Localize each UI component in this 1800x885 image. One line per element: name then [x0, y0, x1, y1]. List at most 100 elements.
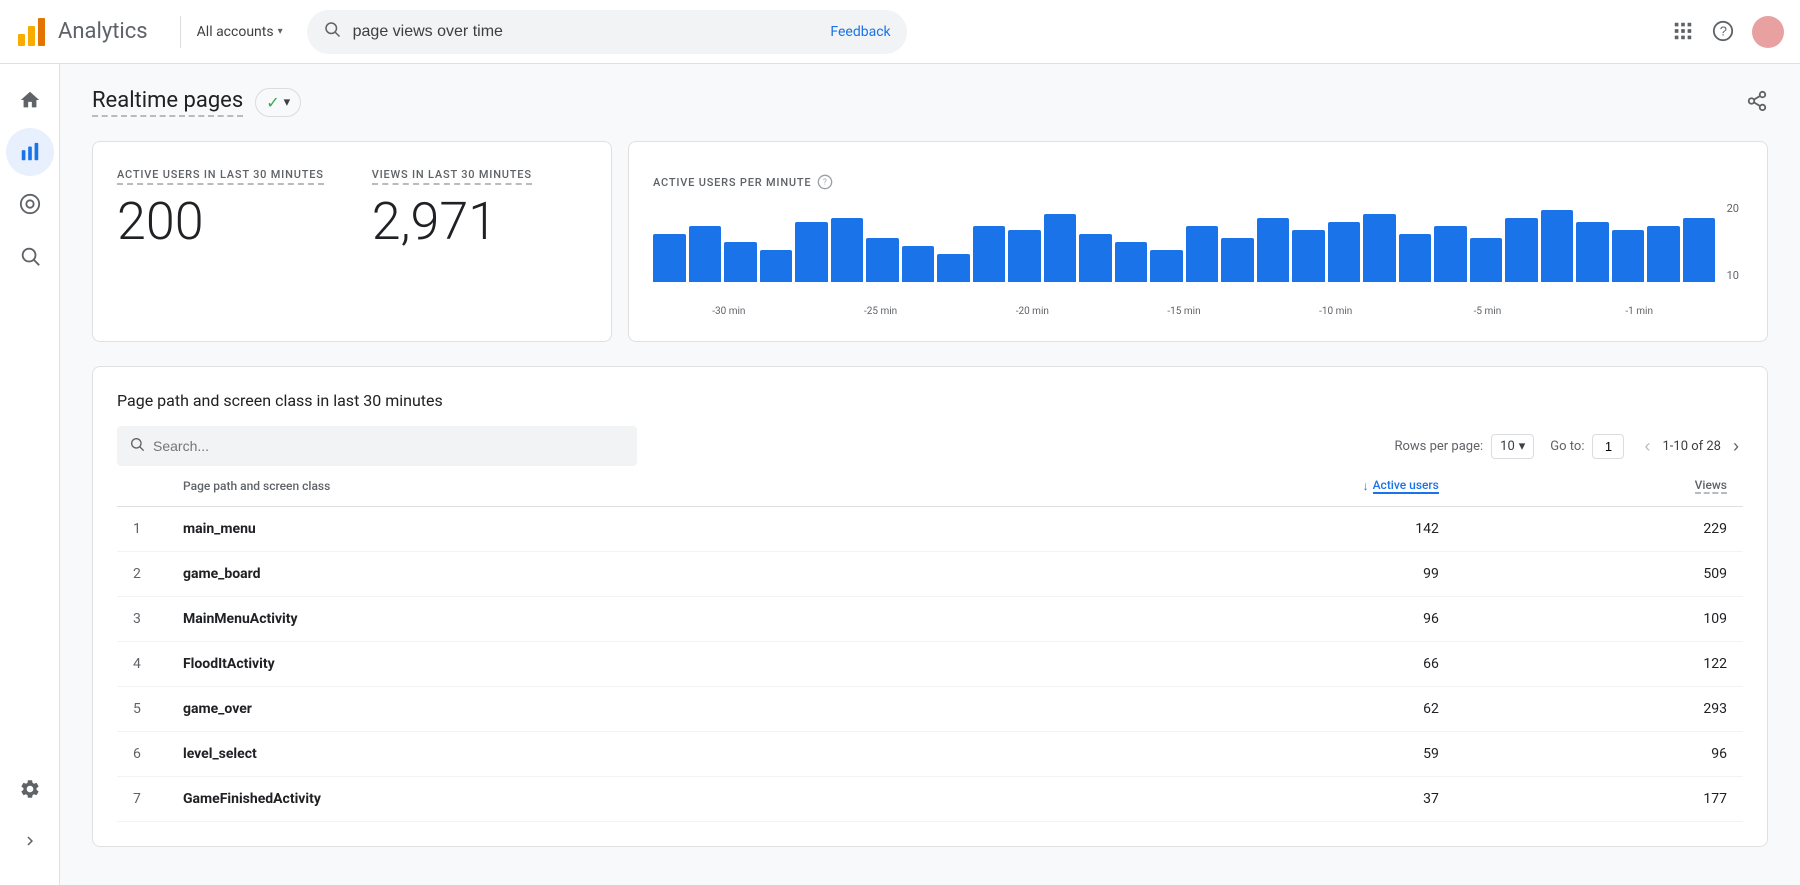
chart-bar-5 [831, 218, 864, 282]
table-row: 2 game_board 99 509 [117, 552, 1743, 597]
row-path: level_select [167, 732, 970, 777]
chart-bar-10 [1008, 230, 1041, 282]
next-page-button[interactable]: › [1729, 432, 1743, 461]
chart-bar-22 [1434, 226, 1467, 282]
chart-bar-4 [795, 222, 828, 282]
chart-bar-6 [866, 238, 899, 282]
app-logo[interactable]: Analytics [16, 16, 148, 48]
feedback-link[interactable]: Feedback [830, 24, 890, 40]
row-path: game_over [167, 687, 970, 732]
prev-page-button[interactable]: ‹ [1640, 432, 1654, 461]
rows-per-page-select[interactable]: 10 ▾ [1491, 434, 1534, 459]
page-title-wrap: Realtime pages ✓ ▾ [92, 88, 301, 117]
row-path: FloodItActivity [167, 642, 970, 687]
row-path: GameFinishedActivity [167, 777, 970, 822]
table-row: 5 game_over 62 293 [117, 687, 1743, 732]
header-right: ? [1672, 16, 1784, 48]
go-to-label: Go to: [1550, 439, 1584, 454]
chart-y-labels: 20 10 [1727, 202, 1743, 282]
search-input[interactable] [353, 23, 811, 41]
chart-bar-0 [653, 234, 686, 282]
row-active-users: 96 [970, 597, 1455, 642]
chart-title-wrap: ACTIVE USERS PER MINUTE ? [653, 174, 1743, 190]
col-page-path-header: Page path and screen class [167, 466, 970, 507]
chart-bar-24 [1505, 218, 1538, 282]
table-row: 6 level_select 59 96 [117, 732, 1743, 777]
all-accounts-label: All accounts [197, 24, 274, 40]
row-active-users: 59 [970, 732, 1455, 777]
sort-down-icon: ↓ [1363, 479, 1369, 493]
table-search-input[interactable] [153, 438, 625, 454]
col-number [117, 466, 167, 507]
table-row: 1 main_menu 142 229 [117, 507, 1743, 552]
all-accounts-selector[interactable]: All accounts ▾ [197, 24, 283, 40]
sidebar-item-search[interactable] [6, 232, 54, 280]
y-label-max: 20 [1727, 202, 1739, 215]
table-row: 4 FloodItActivity 66 122 [117, 642, 1743, 687]
row-active-users: 142 [970, 507, 1455, 552]
svg-text:?: ? [823, 178, 827, 187]
table-toolbar: Rows per page: 10 ▾ Go to: ‹ 1-10 of 28 … [117, 426, 1743, 466]
row-views: 177 [1455, 777, 1743, 822]
search-bar[interactable]: Feedback [307, 10, 907, 54]
grid-icon[interactable] [1672, 20, 1696, 44]
row-num: 5 [117, 687, 167, 732]
sidebar-item-home[interactable] [6, 76, 54, 124]
table-row: 7 GameFinishedActivity 37 177 [117, 777, 1743, 822]
stats-wrap: ACTIVE USERS IN LAST 30 MINUTES 200 VIEW… [117, 166, 587, 250]
sidebar [0, 64, 60, 885]
row-num: 6 [117, 732, 167, 777]
svg-text:?: ? [1720, 23, 1727, 38]
main-content: Realtime pages ✓ ▾ ACTIVE USERS IN LAST … [60, 64, 1800, 885]
header: Analytics All accounts ▾ Feedback [0, 0, 1800, 64]
page-input[interactable] [1592, 434, 1624, 459]
row-num: 3 [117, 597, 167, 642]
page-title: Realtime pages [92, 88, 243, 117]
chart-container: 20 10 [653, 202, 1743, 302]
chart-bar-26 [1576, 222, 1609, 282]
rows-select-chevron: ▾ [1519, 439, 1526, 454]
chart-bar-23 [1470, 238, 1503, 282]
chart-bar-8 [937, 254, 970, 282]
row-views: 293 [1455, 687, 1743, 732]
row-num: 7 [117, 777, 167, 822]
chart-x-label-3: -15 min [1108, 306, 1260, 317]
sidebar-item-audience[interactable] [6, 180, 54, 228]
stats-card: ACTIVE USERS IN LAST 30 MINUTES 200 VIEW… [92, 141, 612, 342]
row-path: game_board [167, 552, 970, 597]
active-users-label: ACTIVE USERS IN LAST 30 MINUTES [117, 168, 324, 185]
chart-bar-1 [689, 226, 722, 282]
chart-bar-15 [1186, 226, 1219, 282]
share-button[interactable] [1746, 90, 1768, 116]
chart-bar-17 [1257, 218, 1290, 282]
views-label: VIEWS IN LAST 30 MINUTES [372, 168, 532, 185]
page-nav: ‹ 1-10 of 28 › [1640, 432, 1743, 461]
chart-x-labels: -30 min-25 min-20 min-15 min-10 min-5 mi… [653, 306, 1743, 317]
help-icon[interactable]: ? [1712, 20, 1736, 44]
green-check-icon: ✓ [266, 93, 279, 112]
cards-row: ACTIVE USERS IN LAST 30 MINUTES 200 VIEW… [92, 141, 1768, 342]
y-label-mid: 10 [1727, 269, 1739, 282]
active-users-stat: ACTIVE USERS IN LAST 30 MINUTES 200 [117, 166, 324, 250]
sidebar-collapse-button[interactable] [6, 817, 54, 865]
row-views: 109 [1455, 597, 1743, 642]
table-section-title: Page path and screen class in last 30 mi… [117, 391, 1743, 410]
views-value: 2,971 [372, 193, 532, 250]
sidebar-item-settings[interactable] [6, 765, 54, 813]
table-search-icon [129, 436, 145, 456]
row-views: 96 [1455, 732, 1743, 777]
chart-card: ACTIVE USERS PER MINUTE ? 20 10 -30 min-… [628, 141, 1768, 342]
col-views-header[interactable]: Views [1455, 466, 1743, 507]
analytics-logo-icon [16, 16, 48, 48]
row-num: 2 [117, 552, 167, 597]
chart-x-label-5: -5 min [1412, 306, 1564, 317]
chart-bar-12 [1079, 234, 1112, 282]
table-search-box[interactable] [117, 426, 637, 466]
status-badge[interactable]: ✓ ▾ [255, 88, 301, 117]
chart-help-icon[interactable]: ? [817, 174, 833, 190]
avatar[interactable] [1752, 16, 1784, 48]
chart-x-label-4: -10 min [1260, 306, 1412, 317]
chart-bar-13 [1115, 242, 1148, 282]
sidebar-item-realtime[interactable] [6, 128, 54, 176]
col-active-users-header[interactable]: ↓ Active users [970, 466, 1455, 507]
